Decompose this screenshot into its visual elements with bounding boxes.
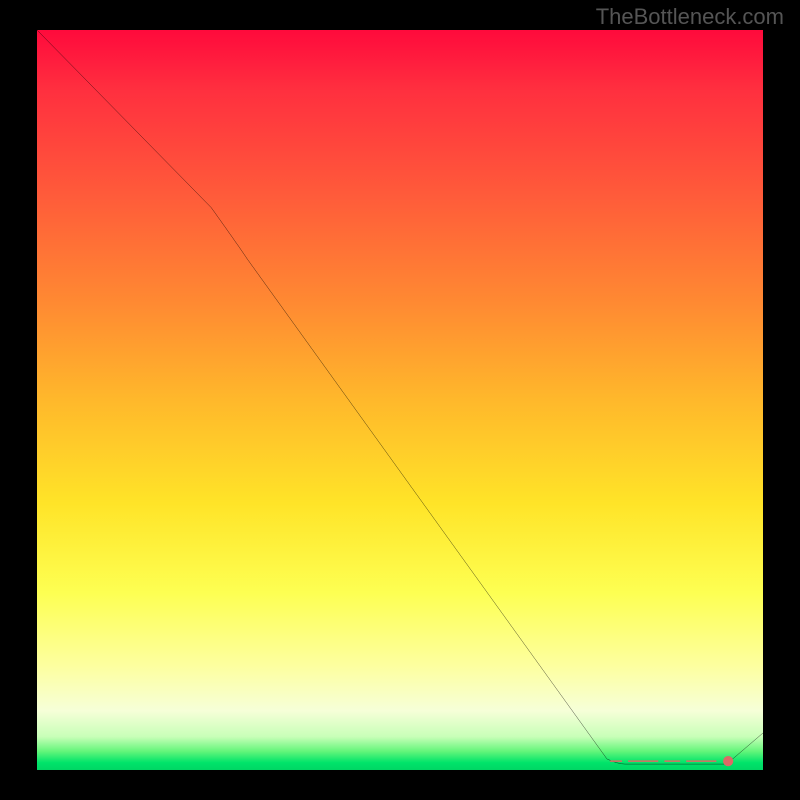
flat-segment-end-dot (723, 756, 733, 766)
chart-frame: TheBottleneck.com (0, 0, 800, 800)
watermark-text: TheBottleneck.com (596, 4, 784, 30)
plot-svg (37, 30, 763, 770)
plot-area (37, 30, 763, 770)
bottleneck-curve (37, 30, 763, 764)
